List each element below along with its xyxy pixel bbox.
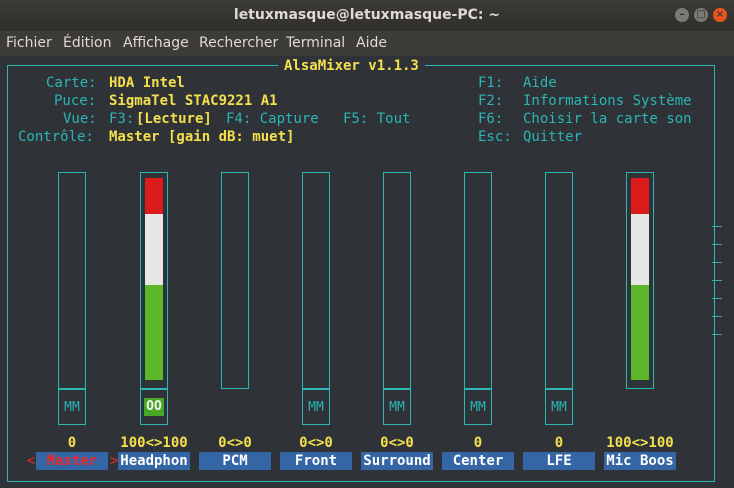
level-red [631,177,649,215]
key-esc-label: Quitter [523,129,583,145]
key-f2: F2: [478,93,504,109]
scroll-tick [712,262,722,263]
terminal-window: letuxmasque@letuxmasque-PC: ~ – □ × Fich… [0,0,734,488]
mute-label: MM [470,400,486,415]
vue-label: Vue: [63,111,97,127]
controle-label: Contrôle: [18,129,94,145]
volume-value: 0 [473,435,483,451]
vue-f4-capture[interactable]: F4: Capture [226,110,319,128]
volume-value: 0<>0 [218,435,252,451]
volume-bar-pcm[interactable] [221,172,249,389]
menu-affichage[interactable]: Affichage [123,35,189,51]
volume-value: 100<>100 [120,435,188,451]
volume-value: 100<>100 [606,435,674,451]
volume-bar-front[interactable] [302,172,330,389]
key-esc: Esc: [478,129,512,145]
scroll-tick [712,244,722,245]
channel-name-headphon[interactable]: Headphon [118,452,190,470]
title-bar: letuxmasque@letuxmasque-PC: ~ – □ × [0,0,734,31]
level-white [145,214,163,286]
mute-label: MM [389,400,405,415]
carte-value: HDA Intel [109,75,185,91]
controle-value: Master [gain dB: muet] [109,129,295,145]
selection-arrow-left: < [27,453,36,469]
volume-bar-master[interactable] [58,172,86,389]
maximize-icon[interactable]: □ [694,8,708,22]
menu-fichier[interactable]: Fichier [6,35,52,51]
mute-label: MM [64,400,80,415]
menu-bar: Fichier Édition Affichage Rechercher Ter… [0,31,734,56]
volume-bar-surround[interactable] [383,172,411,389]
close-icon[interactable]: × [713,8,727,22]
volume-value: 0<>0 [380,435,414,451]
vue-f3-value[interactable]: [Lecture] [136,110,212,128]
key-f6: F6: [478,111,504,127]
scroll-tick [712,316,722,317]
mute-label: MM [308,400,324,415]
window-title: letuxmasque@letuxmasque-PC: ~ [233,7,501,23]
channel-name-surround[interactable]: Surround [361,452,433,470]
menu-edition[interactable]: Édition [63,35,111,51]
channel-name-mic-boos[interactable]: Mic Boos [604,452,676,470]
level-red [145,177,163,215]
menu-rechercher[interactable]: Rechercher [199,35,278,51]
carte-label: Carte: [46,75,97,91]
key-f2-label: Informations Système [523,93,692,109]
key-f1-label: Aide [523,75,557,91]
scroll-tick [712,280,722,281]
channel-name-front[interactable]: Front [280,452,352,470]
alsamixer-title: AlsaMixer v1.1.3 [278,57,425,75]
scrollbar[interactable] [726,56,734,488]
key-f6-label: Choisir la carte son [523,111,692,127]
volume-value: 0 [554,435,564,451]
mute-indicator[interactable]: MM [464,389,492,425]
mute-label: MM [551,400,567,415]
volume-bar-mic-boos[interactable] [626,172,654,389]
channel-name-master[interactable]: Master [36,452,108,470]
puce-value: SigmaTel STAC9221 A1 [109,93,278,109]
volume-bar-lfe[interactable] [545,172,573,389]
unmuted-label: OO [144,398,164,416]
mute-indicator[interactable]: MM [58,389,86,425]
volume-value: 0<>0 [299,435,333,451]
channel-name-pcm[interactable]: PCM [199,452,271,470]
volume-bar-headphon[interactable] [140,172,168,389]
level-green [631,285,649,380]
scroll-tick [712,298,722,299]
volume-value: 0 [67,435,77,451]
mute-indicator[interactable]: MM [383,389,411,425]
vue-f5-tout[interactable]: F5: Tout [343,110,410,128]
mute-indicator[interactable]: MM [545,389,573,425]
level-white [631,214,649,286]
vue-f3-key: F3: [109,111,135,127]
scroll-tick [712,226,722,227]
scroll-tick [712,334,722,335]
volume-bar-center[interactable] [464,172,492,389]
minimize-icon[interactable]: – [675,8,689,22]
level-green [145,285,163,380]
menu-terminal[interactable]: Terminal [286,35,345,51]
channel-name-center[interactable]: Center [442,452,514,470]
menu-aide[interactable]: Aide [356,35,387,51]
channel-name-lfe[interactable]: LFE [523,452,595,470]
puce-label: Puce: [54,93,97,109]
key-f1: F1: [478,75,504,91]
mute-indicator[interactable]: MM [302,389,330,425]
